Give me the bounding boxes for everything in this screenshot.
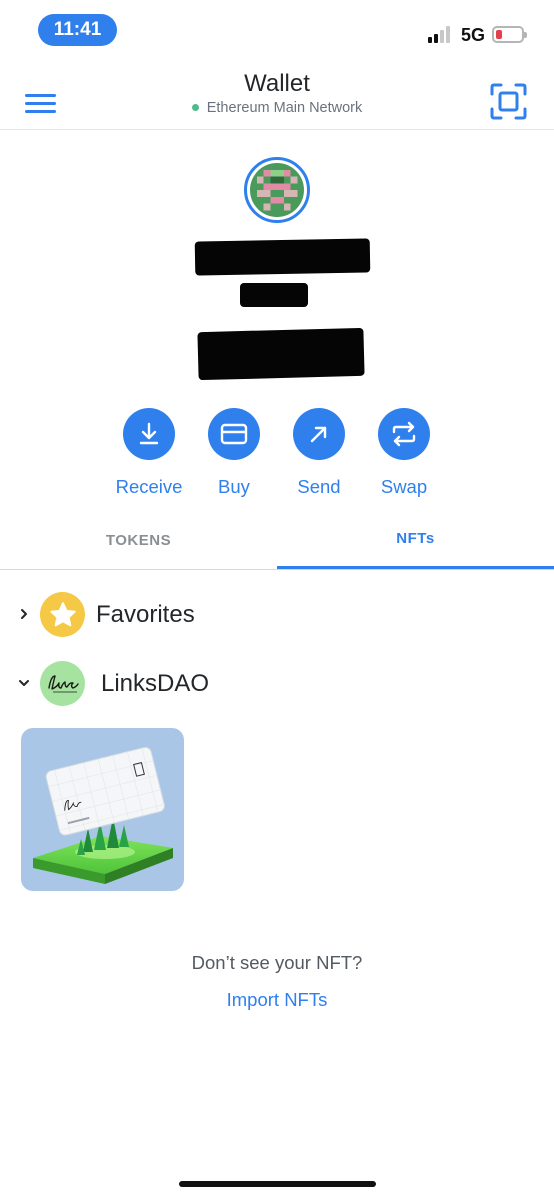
missing-nft-prompt: Don’t see your NFT? <box>191 952 363 973</box>
network-status-dot <box>191 104 199 111</box>
status-bar: 11:41 5G <box>0 0 554 60</box>
tab-tokens[interactable]: TOKENS <box>0 510 277 570</box>
send-label: Send <box>297 476 341 497</box>
nft-image <box>33 746 173 884</box>
collection-favorites[interactable]: Favorites <box>0 592 554 642</box>
redacted-account-name <box>194 238 371 276</box>
redacted-balance <box>240 283 308 307</box>
tab-nfts[interactable]: NFTs <box>277 510 554 569</box>
download-icon <box>139 422 159 445</box>
nft-card-linksdao[interactable] <box>21 728 184 891</box>
cellular-signal-icon <box>428 25 456 43</box>
page-title: Wallet <box>244 70 310 97</box>
qr-scan-icon[interactable] <box>490 83 527 120</box>
receive-label: Receive <box>115 476 183 497</box>
battery-icon <box>492 26 527 43</box>
home-indicator[interactable] <box>179 1181 376 1187</box>
network-name: Ethereum Main Network <box>206 100 363 116</box>
swap-button[interactable]: Swap <box>369 408 439 498</box>
chevron-down-icon <box>19 680 29 686</box>
swap-arrows-icon <box>392 421 416 447</box>
buy-button[interactable]: Buy <box>199 408 269 498</box>
linksdao-logo <box>40 661 85 706</box>
asset-tabs: TOKENS NFTs <box>0 510 554 570</box>
import-nfts-link[interactable]: Import NFTs <box>0 989 554 1011</box>
collection-name: LinksDAO <box>101 670 210 697</box>
network-selector[interactable]: Ethereum Main Network <box>0 100 554 116</box>
credit-card-icon <box>220 423 248 445</box>
receive-button[interactable]: Receive <box>114 408 184 498</box>
arrow-up-right-icon <box>310 426 327 443</box>
redacted-address <box>197 327 365 381</box>
collection-linksdao[interactable]: LinksDAO <box>0 661 554 711</box>
status-time: 11:41 <box>38 14 117 46</box>
wallet-header: Wallet Ethereum Main Network <box>0 60 554 130</box>
wallet-actions: Receive Buy Send Swap <box>0 408 554 508</box>
send-button[interactable]: Send <box>284 408 354 498</box>
buy-label: Buy <box>218 476 250 497</box>
collection-name: Favorites <box>96 601 195 628</box>
account-avatar[interactable] <box>244 157 310 223</box>
identicon-image <box>250 163 304 217</box>
star-icon <box>40 592 85 637</box>
network-type: 5G <box>461 25 486 45</box>
swap-label: Swap <box>380 476 428 497</box>
chevron-right-icon <box>21 609 27 619</box>
